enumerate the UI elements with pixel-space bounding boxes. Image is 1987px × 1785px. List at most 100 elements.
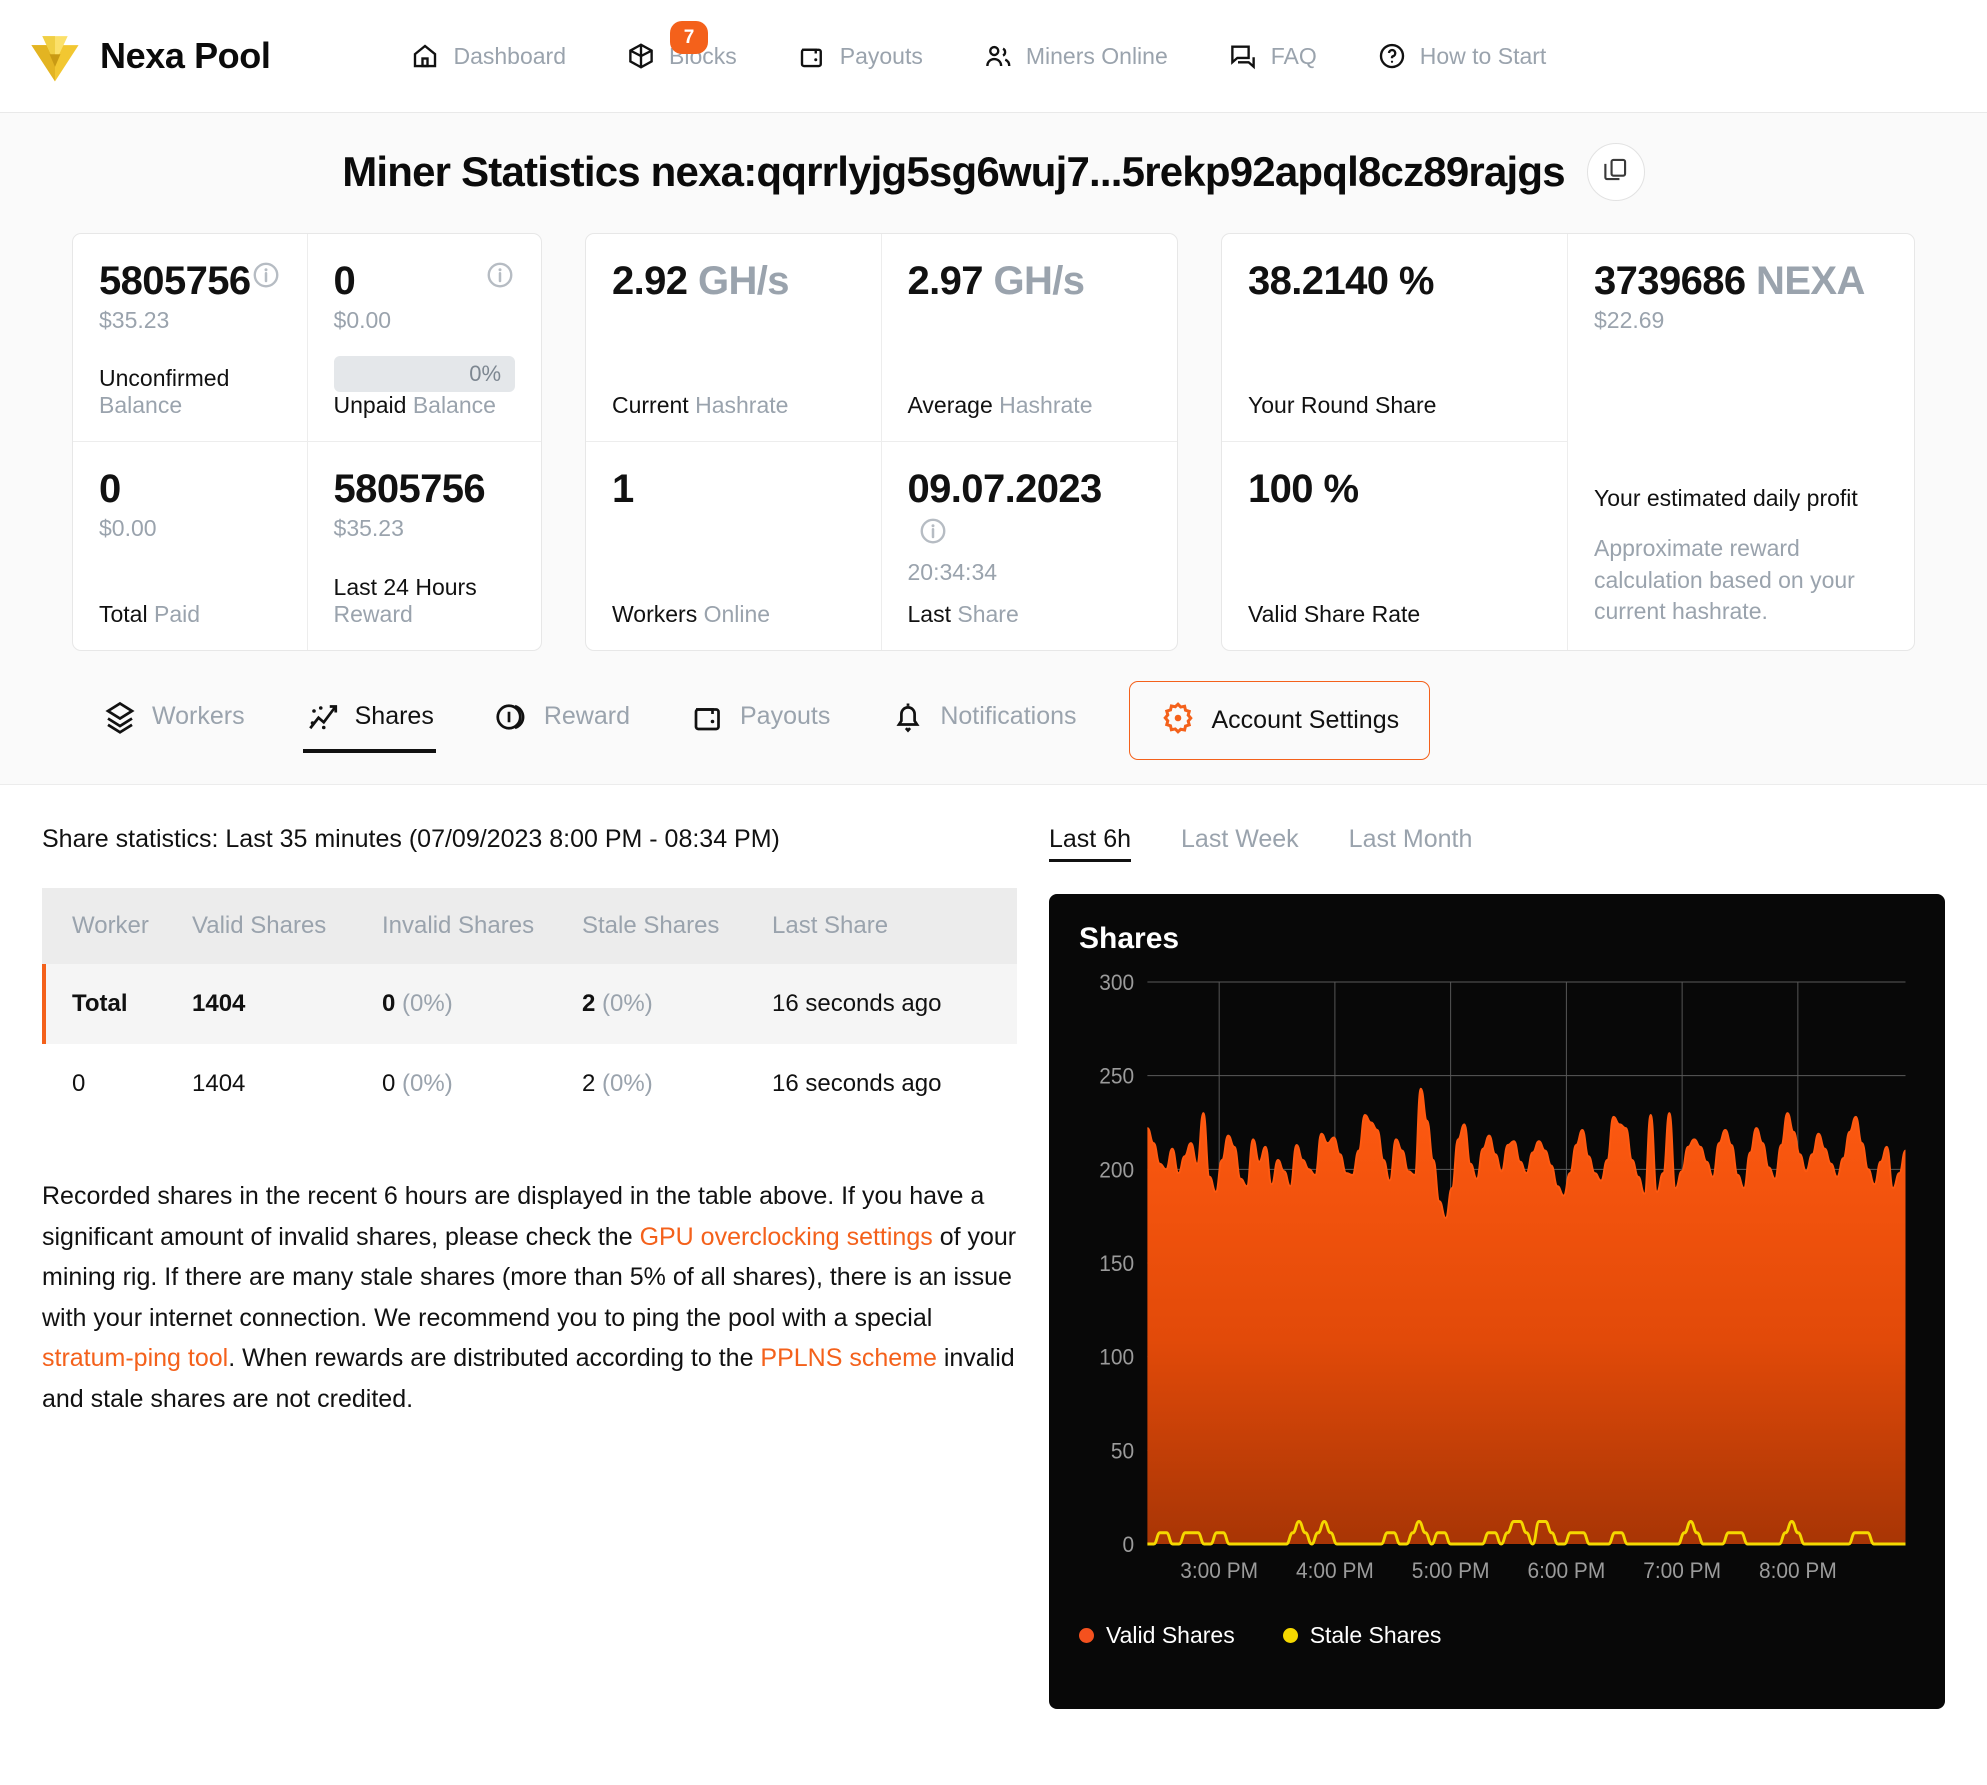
cube-icon bbox=[626, 41, 656, 71]
cell-invalid-count: 0 bbox=[382, 1070, 396, 1097]
legend-item-stale-shares[interactable]: Stale Shares bbox=[1282, 1622, 1441, 1649]
brand-name: Nexa Pool bbox=[100, 35, 271, 76]
section-tabs: Workers Shares Reward Payouts Notificati bbox=[72, 651, 1915, 784]
nav-item-faq[interactable]: FAQ bbox=[1198, 33, 1347, 79]
svg-text:0: 0 bbox=[1122, 1533, 1134, 1558]
card-label-strong: Current bbox=[612, 392, 689, 418]
card-value-unit: GH/s bbox=[697, 259, 790, 303]
card-label: Valid Share Rate bbox=[1248, 601, 1541, 628]
unpaid-progress-bar: 0% bbox=[333, 356, 515, 392]
table-row: 0 1404 0 (0%) 2 (0%) 16 seconds ago bbox=[42, 1044, 1017, 1124]
share-statistics-table: Worker Valid Shares Invalid Shares Stale… bbox=[42, 888, 1017, 1124]
chart-tab-last-6h[interactable]: Last 6h bbox=[1049, 825, 1159, 862]
card-total-paid: 0 $0.00 Total Paid bbox=[73, 442, 308, 650]
card-subvalue: $35.23 bbox=[333, 515, 404, 541]
tab-reward[interactable]: Reward bbox=[464, 689, 660, 753]
card-workers-online: 1 Workers Online bbox=[586, 442, 882, 650]
card-average-hashrate: 2.97 GH/s Average Hashrate bbox=[881, 234, 1177, 442]
share-rate-card-group: 38.2140 % Your Round Share 3739686 NEXA … bbox=[1221, 233, 1915, 651]
legend-item-valid-shares[interactable]: Valid Shares bbox=[1079, 1622, 1235, 1649]
nav-item-blocks[interactable]: Blocks 7 bbox=[596, 21, 767, 79]
chart-plot-area: 0 50 100 150 200 250 300 3:00 PM 4:00 PM 5:00 PM 6… bbox=[1079, 974, 1915, 1614]
cell-invalid: 0 (0%) bbox=[382, 964, 582, 1044]
card-subvalue: $35.23 bbox=[99, 307, 170, 333]
pplns-scheme-link[interactable]: PPLNS scheme bbox=[760, 1344, 936, 1372]
card-label-strong: Last 24 Hours bbox=[333, 574, 477, 600]
info-icon[interactable] bbox=[918, 512, 948, 554]
card-label-strong: Total bbox=[99, 601, 148, 627]
nav-label: Miners Online bbox=[1025, 42, 1168, 69]
card-label-muted: Reward bbox=[333, 601, 413, 627]
coins-icon bbox=[494, 699, 530, 735]
svg-text:50: 50 bbox=[1111, 1439, 1134, 1464]
cell-stale-count: 2 bbox=[582, 990, 596, 1017]
settings-button-label: Account Settings bbox=[1211, 706, 1400, 734]
card-label-strong: Workers bbox=[612, 601, 698, 627]
card-value-number: 2.92 bbox=[612, 259, 688, 303]
brand[interactable]: Nexa Pool bbox=[26, 27, 271, 85]
cell-stale: 2 (0%) bbox=[582, 964, 772, 1044]
legend-label: Valid Shares bbox=[1106, 1622, 1235, 1648]
svg-text:4:00 PM: 4:00 PM bbox=[1296, 1559, 1374, 1584]
svg-text:8:00 PM: 8:00 PM bbox=[1759, 1559, 1837, 1584]
tab-label: Reward bbox=[543, 702, 630, 730]
stratum-ping-tool-link[interactable]: stratum-ping tool bbox=[42, 1344, 228, 1372]
card-daily-profit: 3739686 NEXA $22.69 Your estimated daily… bbox=[1568, 234, 1914, 650]
main-content: Share statistics: Last 35 minutes (07/09… bbox=[0, 785, 1987, 1709]
card-value: 38.2140 % bbox=[1248, 259, 1434, 303]
card-subvalue: 20:34:34 bbox=[907, 559, 998, 586]
nav-item-miners-online[interactable]: Miners Online bbox=[953, 33, 1198, 79]
cell-last-share: 16 seconds ago bbox=[772, 1044, 1017, 1124]
card-current-hashrate: 2.92 GH/s Current Hashrate bbox=[586, 234, 882, 442]
chart-tab-last-month[interactable]: Last Month bbox=[1349, 825, 1501, 862]
info-icon[interactable] bbox=[251, 260, 281, 290]
info-icon[interactable] bbox=[485, 260, 515, 290]
cell-stale-pct: (0%) bbox=[602, 990, 653, 1017]
nav-items: Dashboard Blocks 7 Payouts Miners Online bbox=[380, 21, 1577, 79]
tab-workers[interactable]: Workers bbox=[72, 689, 275, 753]
gpu-overclocking-settings-link[interactable]: GPU overclocking settings bbox=[640, 1223, 933, 1251]
progress-label: 0% bbox=[469, 361, 501, 386]
nav-item-payouts[interactable]: Payouts bbox=[767, 33, 953, 79]
table-header-row: Worker Valid Shares Invalid Shares Stale… bbox=[42, 888, 1017, 964]
nav-label: Payouts bbox=[839, 42, 923, 69]
card-value: 5805756 bbox=[99, 259, 251, 303]
cell-invalid-count: 0 bbox=[382, 990, 396, 1017]
card-value: 1 bbox=[612, 467, 634, 511]
nav-item-how-to-start[interactable]: How to Start bbox=[1347, 33, 1577, 79]
home-icon bbox=[410, 41, 440, 71]
tab-notifications[interactable]: Notifications bbox=[860, 689, 1106, 753]
card-label-muted: Balance bbox=[412, 392, 496, 418]
nav-item-dashboard[interactable]: Dashboard bbox=[380, 33, 596, 79]
card-value: 5805756 bbox=[333, 467, 486, 511]
chart-legend: Valid Shares Stale Shares bbox=[1079, 1614, 1915, 1649]
card-last-share: 09.07.2023 20:34:34 Last Share bbox=[882, 442, 1178, 650]
hashrate-card-group: 2.92 GH/s Current Hashrate 2.97 GH/s Ave… bbox=[585, 233, 1178, 651]
shares-left-column: Share statistics: Last 35 minutes (07/09… bbox=[42, 825, 1017, 1709]
wallet-icon bbox=[797, 41, 827, 71]
tab-payouts[interactable]: Payouts bbox=[660, 689, 860, 753]
stat-cards-row: 5805756 $35.23 Unconfirmed Balance 0 $0.… bbox=[72, 233, 1915, 651]
card-value-number: 2.97 bbox=[907, 259, 984, 303]
card-round-share: 38.2140 % Your Round Share bbox=[1222, 234, 1568, 442]
account-settings-button[interactable]: Account Settings bbox=[1128, 681, 1431, 760]
layers-icon bbox=[102, 699, 138, 735]
page-title: Miner Statistics nexa:qqrrlyjg5sg6wuj7..… bbox=[342, 148, 1565, 195]
column-header-invalid-shares: Invalid Shares bbox=[382, 888, 582, 964]
shares-chart-column: Last 6h Last Week Last Month Shares 0 50 1… bbox=[1049, 825, 1945, 1709]
tab-label: Payouts bbox=[739, 702, 831, 730]
tab-shares[interactable]: Shares bbox=[275, 689, 464, 753]
shares-chart-card: Shares 0 50 100 150 200 250 300 3:00 PM 4:00 PM 5… bbox=[1049, 894, 1945, 1709]
nav-label: Dashboard bbox=[453, 42, 566, 69]
cell-last-share: 16 seconds ago bbox=[772, 964, 1017, 1044]
card-value: 2.97 GH/s bbox=[908, 260, 1152, 302]
chart-tab-last-week[interactable]: Last Week bbox=[1181, 825, 1327, 862]
cell-invalid: 0 (0%) bbox=[382, 1044, 582, 1124]
card-valid-share-rate: 100 % Valid Share Rate bbox=[1222, 442, 1568, 650]
card-subvalue: $22.69 bbox=[1594, 307, 1665, 333]
card-desc-title: Your estimated daily profit bbox=[1594, 485, 1858, 512]
chat-icon bbox=[1228, 41, 1258, 71]
card-label-strong: Average bbox=[907, 392, 993, 418]
copy-address-button[interactable] bbox=[1586, 143, 1645, 201]
panel-title-row: Miner Statistics nexa:qqrrlyjg5sg6wuj7..… bbox=[72, 143, 1915, 201]
